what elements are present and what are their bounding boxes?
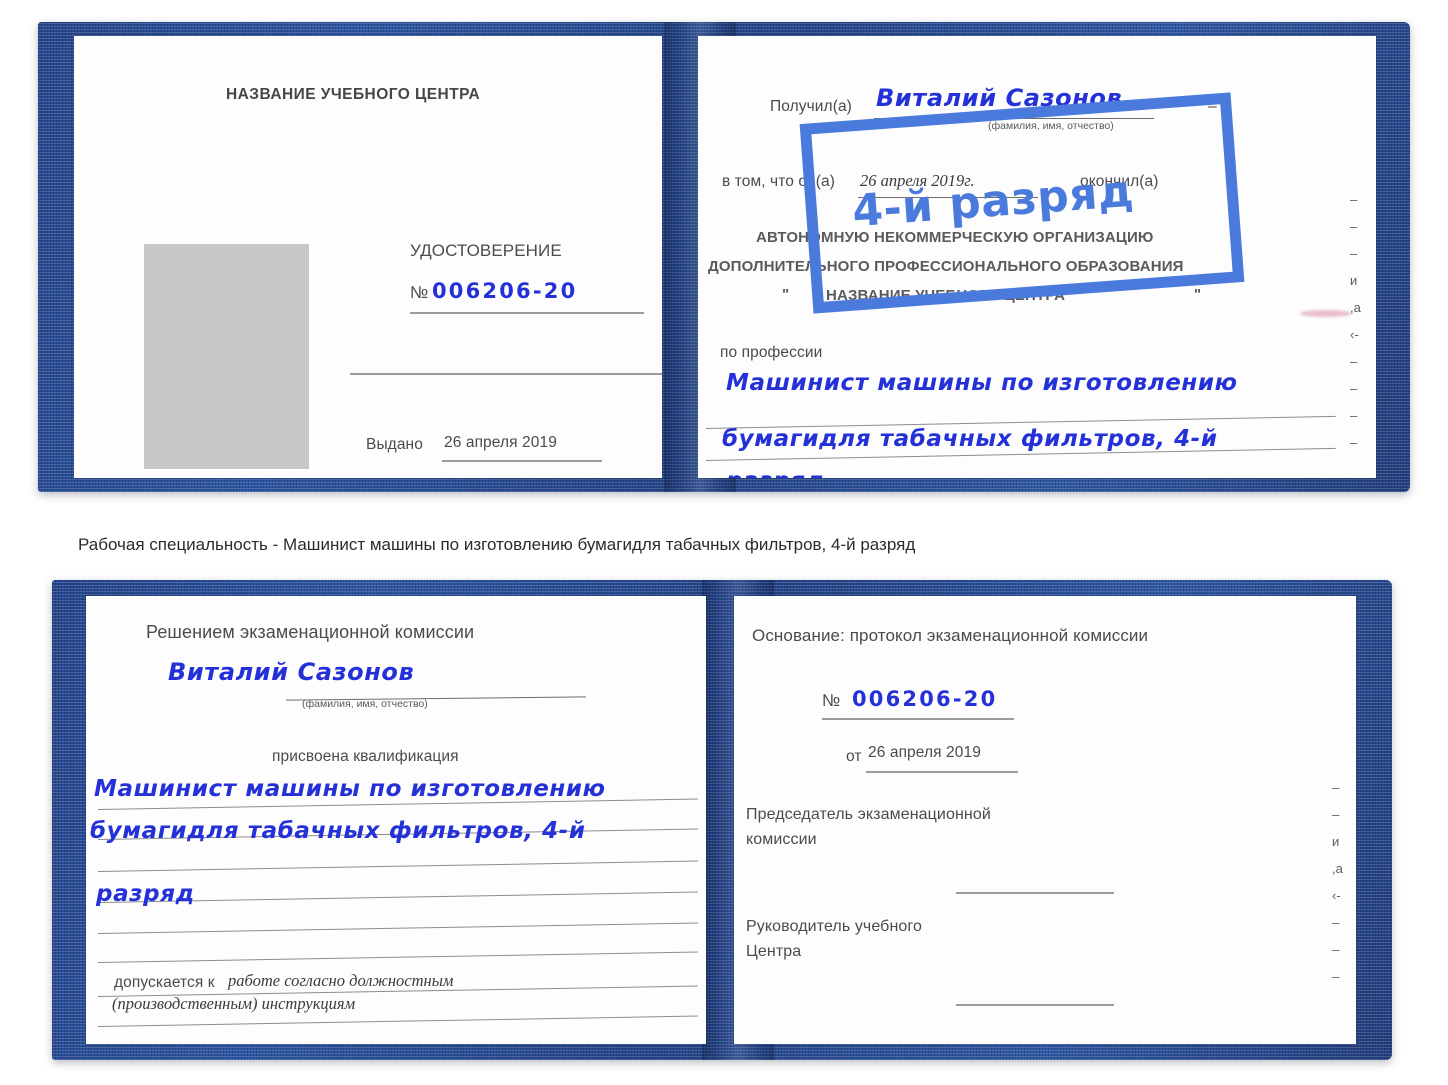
protocol-number-symbol: № (822, 691, 841, 710)
seal-label: М.П. (198, 476, 230, 478)
org-line-1: АВТОНОМНУЮ НЕКОММЕРЧЕСКУЮ ОРГАНИЗАЦИЮ (756, 229, 1154, 246)
training-center-heading: НАЗВАНИЕ УЧЕБНОГО ЦЕНТРА (226, 86, 481, 103)
org-line-2: ДОПОЛНИТЕЛЬНОГО ПРОФЕССИОНАЛЬНОГО ОБРАЗО… (708, 258, 1184, 275)
org-line-3: НАЗВАНИЕ УЧЕБНОГО ЦЕНТРА (826, 287, 1066, 304)
profession-line-1: Машинист машины по изготовлению (726, 370, 1238, 396)
received-value: Виталий Сазонов (876, 84, 1123, 112)
next-page-edge-column-bottom: – – и ,а ‹- – – – (1332, 780, 1343, 984)
chairman-line-1: Председатель экзаменационной (746, 806, 991, 823)
protocol-date-rule (866, 771, 1018, 773)
chairman-line-2: комиссии (746, 831, 817, 848)
bottom-left-page: Решением экзаменационной комиссии Витали… (86, 596, 706, 1044)
protocol-date-label: от (846, 748, 862, 765)
name-hint: (фамилия, имя, отчество) (988, 120, 1114, 132)
protocol-date-value: 26 апреля 2019 (868, 744, 981, 761)
profession-label: по профессии (720, 344, 823, 361)
number-symbol: № (410, 283, 429, 302)
issued-label: Выдано (366, 436, 423, 453)
admitted-label: допускается к (114, 974, 215, 991)
head-signature-rule (956, 1004, 1114, 1006)
next-page-edge-column-top: – – – и ,а ‹- – – – – (1350, 192, 1361, 450)
basis-label: Основание: протокол экзаменационной коми… (752, 626, 1149, 645)
admitted-line-1: работе согласно должностным (228, 971, 454, 990)
bottom-right-page: Основание: протокол экзаменационной коми… (734, 596, 1356, 1044)
org-quote-open: " (782, 286, 790, 303)
qualification-line-3: разряд (96, 881, 195, 907)
admitted-line-2: (производственным) инструкциям (112, 994, 356, 1013)
top-right-page: Получил(а) Виталий Сазонов (фамилия, имя… (698, 36, 1376, 478)
head-line-2: Центра (746, 943, 802, 960)
protocol-number-rule (822, 718, 1014, 720)
scan-artefact (1300, 310, 1352, 317)
qualification-label: присвоена квалификация (272, 748, 459, 765)
certificate-book-bottom: Решением экзаменационной комиссии Витали… (52, 580, 1392, 1060)
in-that-label: в том, что он(а) (722, 173, 836, 190)
received-rule (874, 118, 1154, 120)
protocol-number-value: 006206-20 (852, 687, 998, 711)
photo-placeholder (144, 244, 309, 469)
top-left-page: НАЗВАНИЕ УЧЕБНОГО ЦЕНТРА УДОСТОВЕРЕНИЕ №… (74, 36, 662, 478)
qualification-line-2: бумагидля табачных фильтров, 4-й (90, 818, 586, 844)
certificate-number-value: 006206-20 (432, 279, 578, 303)
number-rule (410, 312, 644, 314)
qualification-rule-5 (97, 922, 698, 935)
org-quote-close: " (1194, 286, 1202, 303)
certificate-book-top: НАЗВАНИЕ УЧЕБНОГО ЦЕНТРА УДОСТОВЕРЕНИЕ №… (38, 22, 1410, 492)
dash-mark-1: – (1208, 98, 1217, 115)
qualification-rule-6 (97, 951, 698, 964)
profession-line-2: бумагидля табачных фильтров, 4-й (722, 426, 1218, 452)
student-name-value: Виталий Сазонов (168, 658, 415, 686)
admitted-rule-2 (97, 1015, 698, 1028)
commission-decision-heading: Решением экзаменационной комиссии (146, 622, 475, 642)
qualification-rule-3 (97, 860, 698, 873)
page-caption: Рабочая специальность - Машинист машины … (78, 535, 916, 554)
blank-rule (350, 373, 662, 375)
name-hint-bottom: (фамилия, имя, отчество) (302, 698, 428, 710)
issued-value: 26 апреля 2019 (444, 434, 557, 451)
profession-line-3: разряд (726, 468, 825, 478)
qualification-line-1: Машинист машины по изготовлению (94, 776, 606, 802)
certificate-title: УДОСТОВЕРЕНИЕ (410, 241, 562, 260)
issued-rule (442, 460, 602, 462)
chairman-signature-rule (956, 892, 1114, 894)
received-label: Получил(а) (770, 98, 852, 115)
head-line-1: Руководитель учебного (746, 918, 922, 935)
